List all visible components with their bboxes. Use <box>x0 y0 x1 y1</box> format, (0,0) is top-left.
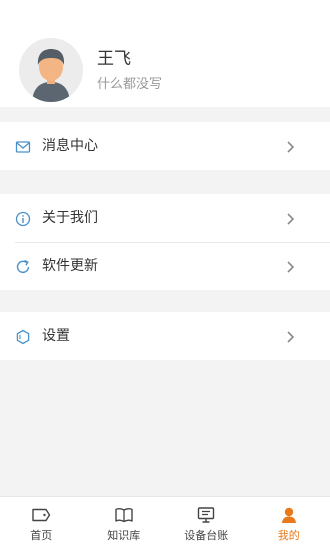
refresh-icon <box>15 259 31 275</box>
mail-icon <box>15 139 31 155</box>
tab-equipment-ledger[interactable]: 设备台账 <box>165 497 248 550</box>
menu-item-settings[interactable]: 设置 <box>0 312 330 360</box>
person-icon <box>279 506 299 524</box>
menu-group-messages: 消息中心 <box>0 122 330 170</box>
tab-label: 我的 <box>277 529 300 542</box>
menu-item-about-us[interactable]: 关于我们 <box>0 194 330 242</box>
user-signature: 什么都没写 <box>97 77 163 92</box>
default-avatar-icon <box>19 38 83 102</box>
home-tag-icon <box>31 506 51 524</box>
book-icon <box>114 506 134 524</box>
tab-mine[interactable]: 我的 <box>248 497 330 550</box>
tab-knowledge-base[interactable]: 知识库 <box>83 497 166 550</box>
tab-label: 首页 <box>30 529 53 542</box>
info-icon <box>15 211 31 227</box>
menu-item-label: 关于我们 <box>42 210 98 226</box>
tab-label: 知识库 <box>107 529 141 542</box>
tab-label: 设备台账 <box>184 529 229 542</box>
chevron-right-icon <box>285 139 295 153</box>
menu-item-label: 消息中心 <box>42 138 98 154</box>
avatar[interactable] <box>19 38 83 102</box>
hexagon-settings-icon <box>15 329 31 345</box>
chevron-right-icon <box>285 329 295 343</box>
menu-item-label: 软件更新 <box>42 258 98 274</box>
menu-group-settings: 设置 <box>0 312 330 360</box>
user-name: 王飞 <box>97 49 131 69</box>
monitor-icon <box>196 506 216 524</box>
profile-header[interactable]: 王飞 什么都没写 <box>0 0 330 107</box>
chevron-right-icon <box>285 259 295 273</box>
menu-item-label: 设置 <box>42 328 70 344</box>
chevron-right-icon <box>285 211 295 225</box>
bottom-tab-bar: 首页 知识库 设备台账 我的 <box>0 496 330 550</box>
menu-item-message-center[interactable]: 消息中心 <box>0 122 330 170</box>
menu-item-software-update[interactable]: 软件更新 <box>0 242 330 290</box>
menu-group-info: 关于我们 软件更新 <box>0 194 330 290</box>
tab-home[interactable]: 首页 <box>0 497 83 550</box>
